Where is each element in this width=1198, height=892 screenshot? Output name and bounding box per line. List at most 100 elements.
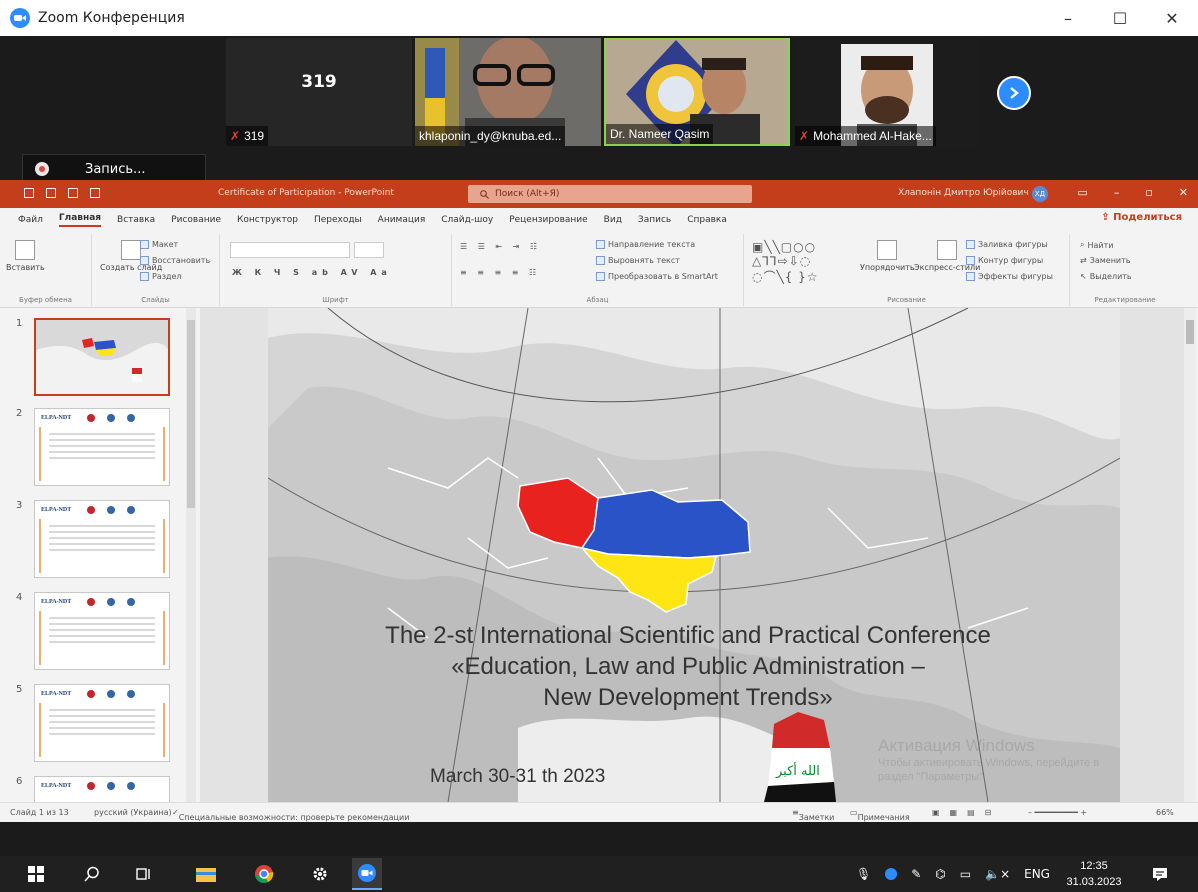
share-button[interactable]: ⇪ Поделиться [1101,212,1182,223]
slide-thumbnail-1[interactable] [34,318,170,396]
align-text-button[interactable]: Выровнять текст [596,256,680,265]
start-from-beginning-icon[interactable] [90,188,100,198]
tab-design[interactable]: Конструктор [237,215,298,225]
zoom-titlebar: Zoom Конференция – ☐ ✕ [0,0,1198,36]
mic-muted-icon: ✗ [799,129,810,143]
next-page-button[interactable] [997,76,1031,110]
search-icon [480,189,489,199]
tab-animations[interactable]: Анимация [378,215,426,225]
view-buttons[interactable]: ▣▦▤⊟ [932,808,1001,817]
paste-icon [15,240,36,260]
align-buttons[interactable]: ≡ ≡ ≡ ≡ ☷ [460,268,540,277]
tab-record[interactable]: Запись [638,215,671,225]
logo-icons [87,782,135,790]
zoom-app-icon[interactable] [352,858,382,890]
save-icon[interactable] [24,188,34,198]
volume-muted-icon[interactable]: 🔈× [985,867,1010,881]
tab-file[interactable]: Файл [18,215,43,225]
close-button[interactable]: ✕ [1146,0,1198,36]
thumbnails-scrollbar[interactable] [186,308,196,802]
ppt-user-name[interactable]: Хлапонін Дмитро Юрійович [898,188,1029,198]
language-indicator[interactable]: русский (Украина) [94,808,172,817]
close-icon[interactable]: ✕ [1179,186,1188,199]
arrange-button[interactable]: Упорядочить [860,240,915,272]
participants-strip: 319 ✗ 319 khlaponin_dy@knuba.ed... Dr. N… [0,36,1198,186]
zoom-tray-icon[interactable] [885,868,898,880]
microphone-icon[interactable]: 🎙 [856,867,871,881]
slide-title[interactable]: The 2-st International Scientific and Pr… [308,620,1068,713]
display-icon[interactable]: ▭ [960,867,971,881]
paste-button[interactable]: Вставить [6,240,45,272]
font-format-buttons[interactable]: Ж К Ч S ab AV Aa [232,268,392,277]
notes-button[interactable]: ≡ Заметки [792,808,834,822]
maximize-button[interactable]: ☐ [1094,0,1146,36]
settings-gear-icon[interactable] [308,862,332,886]
minimize-button[interactable]: – [1042,0,1094,36]
pen-icon[interactable]: ✎ [911,867,921,881]
layout-button[interactable]: Макет [140,240,178,249]
select-button[interactable]: ↖ Выделить [1080,272,1132,281]
input-language[interactable]: ENG [1024,867,1050,881]
editor-scrollbar[interactable] [1184,308,1196,802]
slide-editor: الله أكبر The 2-st International Scienti… [200,308,1184,802]
shape-effects-button[interactable]: Эффекты фигуры [966,272,1053,281]
tab-help[interactable]: Справка [687,215,727,225]
avatar[interactable]: ХД [1032,186,1048,202]
participant-tile[interactable]: khlaponin_dy@knuba.ed... [415,38,601,146]
zoom-level[interactable]: 66% [1156,808,1174,817]
comments-button[interactable]: ▭ Примечания [850,808,910,822]
tab-transitions[interactable]: Переходы [314,215,362,225]
participant-tile[interactable]: 319 ✗ 319 [226,38,412,146]
slide-thumbnail-5[interactable]: ELPA-NDT [34,684,170,762]
slide-thumbnail-4[interactable]: ELPA-NDT [34,592,170,670]
shape-fill-button[interactable]: Заливка фигуры [966,240,1048,249]
section-button[interactable]: Раздел [140,272,182,281]
slide-canvas[interactable]: الله أكبر The 2-st International Scienti… [268,308,1120,802]
ppt-titlebar: Certificate of Participation - PowerPoin… [0,180,1198,208]
tab-draw[interactable]: Рисование [171,215,221,225]
tab-review[interactable]: Рецензирование [509,215,587,225]
minimize-icon[interactable]: – [1114,186,1120,199]
undo-icon[interactable] [46,188,56,198]
slide-thumbnail-6[interactable]: ELPA-NDT [34,776,170,802]
thumb-number: 3 [16,500,23,511]
font-family-select[interactable] [230,242,350,258]
participant-tile[interactable]: ✗ Mohammed Al-Hake... [795,38,981,146]
tab-view[interactable]: Вид [604,215,622,225]
network-icon[interactable]: ⌬ [935,867,945,881]
tab-home[interactable]: Главная [58,213,102,227]
reset-button[interactable]: Восстановить [140,256,210,265]
replace-button[interactable]: ⇄ Заменить [1080,256,1131,265]
slide-thumbnail-3[interactable]: ELPA-NDT [34,500,170,578]
participant-tile-active-speaker[interactable]: Dr. Nameer Qasim [604,38,790,146]
smartart-button[interactable]: Преобразовать в SmartArt [596,272,718,281]
replace-icon: ⇄ [1080,256,1087,265]
shape-outline-button[interactable]: Контур фигуры [966,256,1043,265]
windows-start-icon[interactable] [24,862,48,886]
tab-insert[interactable]: Вставка [117,215,155,225]
new-slide-icon [121,240,142,260]
accessibility-status[interactable]: ✓ Специальные возможности: проверьте рек… [172,808,409,822]
restore-icon[interactable]: ▫ [1145,186,1152,199]
chrome-icon[interactable] [252,862,276,886]
file-explorer-icon[interactable] [194,862,218,886]
notifications-icon[interactable] [1148,862,1172,886]
redo-icon[interactable] [68,188,78,198]
search-icon[interactable] [80,862,104,886]
quick-styles-icon [937,240,958,260]
taskbar-clock[interactable]: 12:35 31.03.2023 [1062,858,1126,890]
slide-thumbnail-2[interactable]: ELPA-NDT [34,408,170,486]
tab-slideshow[interactable]: Слайд-шоу [441,215,493,225]
text-direction-button[interactable]: Направление текста [596,240,695,249]
task-view-icon[interactable] [132,862,156,886]
shapes-gallery[interactable]: ▣╲╲▢○○ △⅂⅂⇨⇩◌ ◌⌒╲{ }☆ [752,240,819,285]
list-buttons[interactable]: ☰ ☰ ⇤ ⇥ ☷ [460,242,541,251]
find-button[interactable]: ⌕ Найти [1080,240,1113,250]
slide-date[interactable]: March 30-31 th 2023 [430,766,605,788]
mic-muted-icon: ✗ [230,129,241,143]
font-size-select[interactable] [354,242,384,258]
quick-access-toolbar[interactable] [24,188,100,198]
zoom-slider[interactable]: – ━━━━━━━━━ + [1028,808,1087,817]
ribbon-display-icon[interactable]: ▭ [1077,186,1087,199]
search-input[interactable]: Поиск (Alt+Я) [468,185,752,203]
